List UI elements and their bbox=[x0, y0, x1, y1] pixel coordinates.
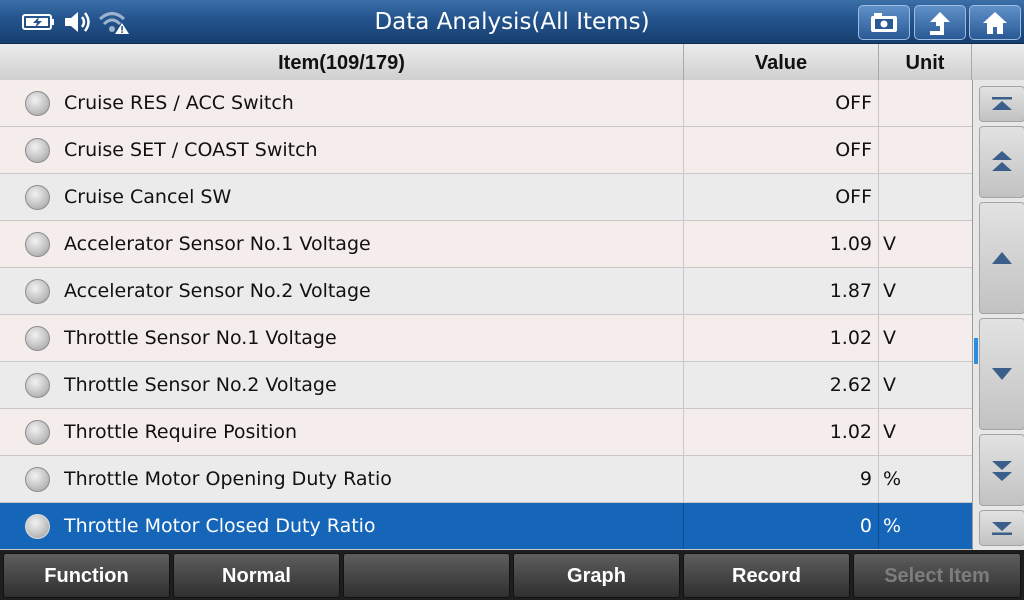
item-value: OFF bbox=[684, 80, 879, 126]
column-header-spacer bbox=[972, 44, 1024, 80]
back-button[interactable] bbox=[914, 5, 966, 40]
item-name: Throttle Sensor No.2 Voltage bbox=[0, 362, 684, 408]
table-row[interactable]: Cruise RES / ACC Switch OFF bbox=[0, 80, 972, 127]
item-value: 1.02 bbox=[684, 315, 879, 361]
item-unit: % bbox=[883, 515, 902, 537]
page-up-icon bbox=[992, 151, 1012, 171]
table-row[interactable]: Throttle Sensor No.1 Voltage 1.02 V bbox=[0, 315, 972, 362]
line-down-icon bbox=[992, 368, 1012, 380]
title-bar: Data Analysis(All Items) bbox=[0, 0, 1024, 44]
line-down-button[interactable] bbox=[979, 318, 1024, 430]
item-name: Cruise SET / COAST Switch bbox=[0, 127, 684, 173]
page-down-button[interactable] bbox=[979, 434, 1024, 506]
column-header-item[interactable]: Item(109/179) bbox=[0, 44, 684, 80]
item-value: 1.09 bbox=[684, 221, 879, 267]
column-header-value[interactable]: Value bbox=[684, 44, 879, 80]
item-unit: V bbox=[883, 374, 896, 396]
scroll-controls bbox=[972, 80, 1024, 550]
empty-button[interactable] bbox=[343, 553, 510, 598]
function-button[interactable]: Function bbox=[3, 553, 170, 598]
page-up-button[interactable] bbox=[979, 126, 1024, 198]
table-row[interactable]: Accelerator Sensor No.1 Voltage 1.09 V bbox=[0, 221, 972, 268]
item-name: Cruise RES / ACC Switch bbox=[0, 80, 684, 126]
item-name: Accelerator Sensor No.1 Voltage bbox=[0, 221, 684, 267]
item-unit bbox=[879, 127, 972, 173]
table-header: Item(109/179) Value Unit bbox=[0, 44, 1024, 80]
item-unit bbox=[879, 80, 972, 126]
record-button[interactable]: Record bbox=[683, 553, 850, 598]
line-up-icon bbox=[992, 252, 1012, 264]
item-value: 9 bbox=[684, 456, 879, 502]
item-value: 0 bbox=[684, 503, 879, 549]
item-unit: V bbox=[883, 421, 896, 443]
screenshot-button[interactable] bbox=[858, 5, 910, 40]
back-up-icon bbox=[930, 11, 950, 35]
line-up-button[interactable] bbox=[979, 202, 1024, 314]
item-unit: % bbox=[883, 468, 902, 490]
data-table: Cruise RES / ACC Switch OFF Cruise SET /… bbox=[0, 80, 972, 550]
item-name: Throttle Require Position bbox=[0, 409, 684, 455]
table-row[interactable]: Throttle Sensor No.2 Voltage 2.62 V bbox=[0, 362, 972, 409]
item-name: Throttle Motor Closed Duty Ratio bbox=[0, 503, 684, 549]
home-button[interactable] bbox=[969, 5, 1021, 40]
item-value: 2.62 bbox=[684, 362, 879, 408]
table-row-selected[interactable]: Throttle Motor Closed Duty Ratio 0 % bbox=[0, 503, 972, 550]
item-name: Throttle Sensor No.1 Voltage bbox=[0, 315, 684, 361]
scroll-top-button[interactable] bbox=[979, 86, 1024, 122]
item-value: OFF bbox=[684, 127, 879, 173]
column-header-unit[interactable]: Unit bbox=[879, 44, 972, 80]
home-icon bbox=[983, 11, 1007, 34]
screenshot-icon bbox=[871, 12, 897, 32]
table-row[interactable]: Throttle Require Position 1.02 V bbox=[0, 409, 972, 456]
select-item-button[interactable]: Select Item bbox=[853, 553, 1021, 598]
item-name: Cruise Cancel SW bbox=[0, 174, 684, 220]
scroll-position-indicator bbox=[974, 338, 978, 364]
item-unit: V bbox=[883, 280, 896, 302]
scroll-bottom-icon bbox=[992, 522, 1012, 535]
table-row[interactable]: Throttle Motor Opening Duty Ratio 9 % bbox=[0, 456, 972, 503]
table-row[interactable]: Cruise SET / COAST Switch OFF bbox=[0, 127, 972, 174]
page-down-icon bbox=[992, 461, 1012, 481]
graph-button[interactable]: Graph bbox=[513, 553, 680, 598]
item-unit bbox=[879, 174, 972, 220]
scroll-top-icon bbox=[992, 97, 1012, 110]
item-name: Throttle Motor Opening Duty Ratio bbox=[0, 456, 684, 502]
function-bar: Function Normal Graph Record Select Item bbox=[0, 550, 1024, 600]
normal-button[interactable]: Normal bbox=[173, 553, 340, 598]
item-unit: V bbox=[883, 233, 896, 255]
item-value: OFF bbox=[684, 174, 879, 220]
item-unit: V bbox=[883, 327, 896, 349]
item-value: 1.02 bbox=[684, 409, 879, 455]
item-value: 1.87 bbox=[684, 268, 879, 314]
table-row[interactable]: Accelerator Sensor No.2 Voltage 1.87 V bbox=[0, 268, 972, 315]
item-name: Accelerator Sensor No.2 Voltage bbox=[0, 268, 684, 314]
table-row[interactable]: Cruise Cancel SW OFF bbox=[0, 174, 972, 221]
scroll-bottom-button[interactable] bbox=[979, 510, 1024, 546]
